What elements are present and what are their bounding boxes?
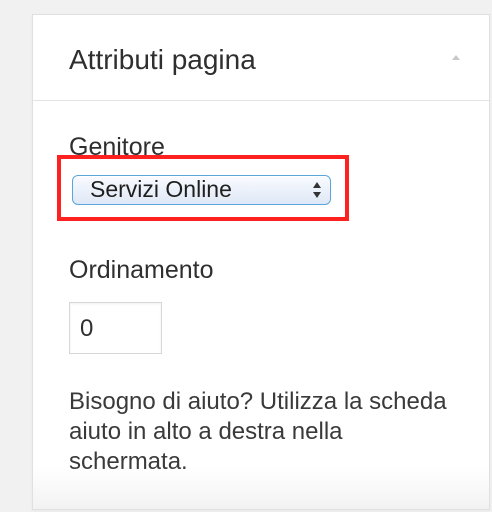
panel-title: Attributi pagina xyxy=(69,44,256,75)
ordering-input[interactable]: 0 xyxy=(69,302,162,354)
help-text: Bisogno di aiuto? Utilizza la scheda aiu… xyxy=(69,387,479,477)
parent-label: Genitore xyxy=(69,133,165,161)
ordering-label: Ordinamento xyxy=(69,256,214,284)
parent-select-value: Servizi Online xyxy=(90,176,232,202)
select-arrows-icon xyxy=(313,182,321,198)
help-text-line-1: Bisogno di aiuto? Utilizza la scheda xyxy=(69,388,447,415)
parent-select[interactable]: Servizi Online xyxy=(72,175,331,205)
page-attributes-panel: Attributi pagina Genitore Servizi Online… xyxy=(32,14,490,510)
ordering-value: 0 xyxy=(80,315,94,342)
collapse-arrow-icon[interactable] xyxy=(451,53,461,61)
panel-header: Attributi pagina xyxy=(33,15,489,101)
help-text-line-2: aiuto in alto a destra nella xyxy=(69,418,343,445)
help-text-line-3: schermata. xyxy=(69,448,188,475)
